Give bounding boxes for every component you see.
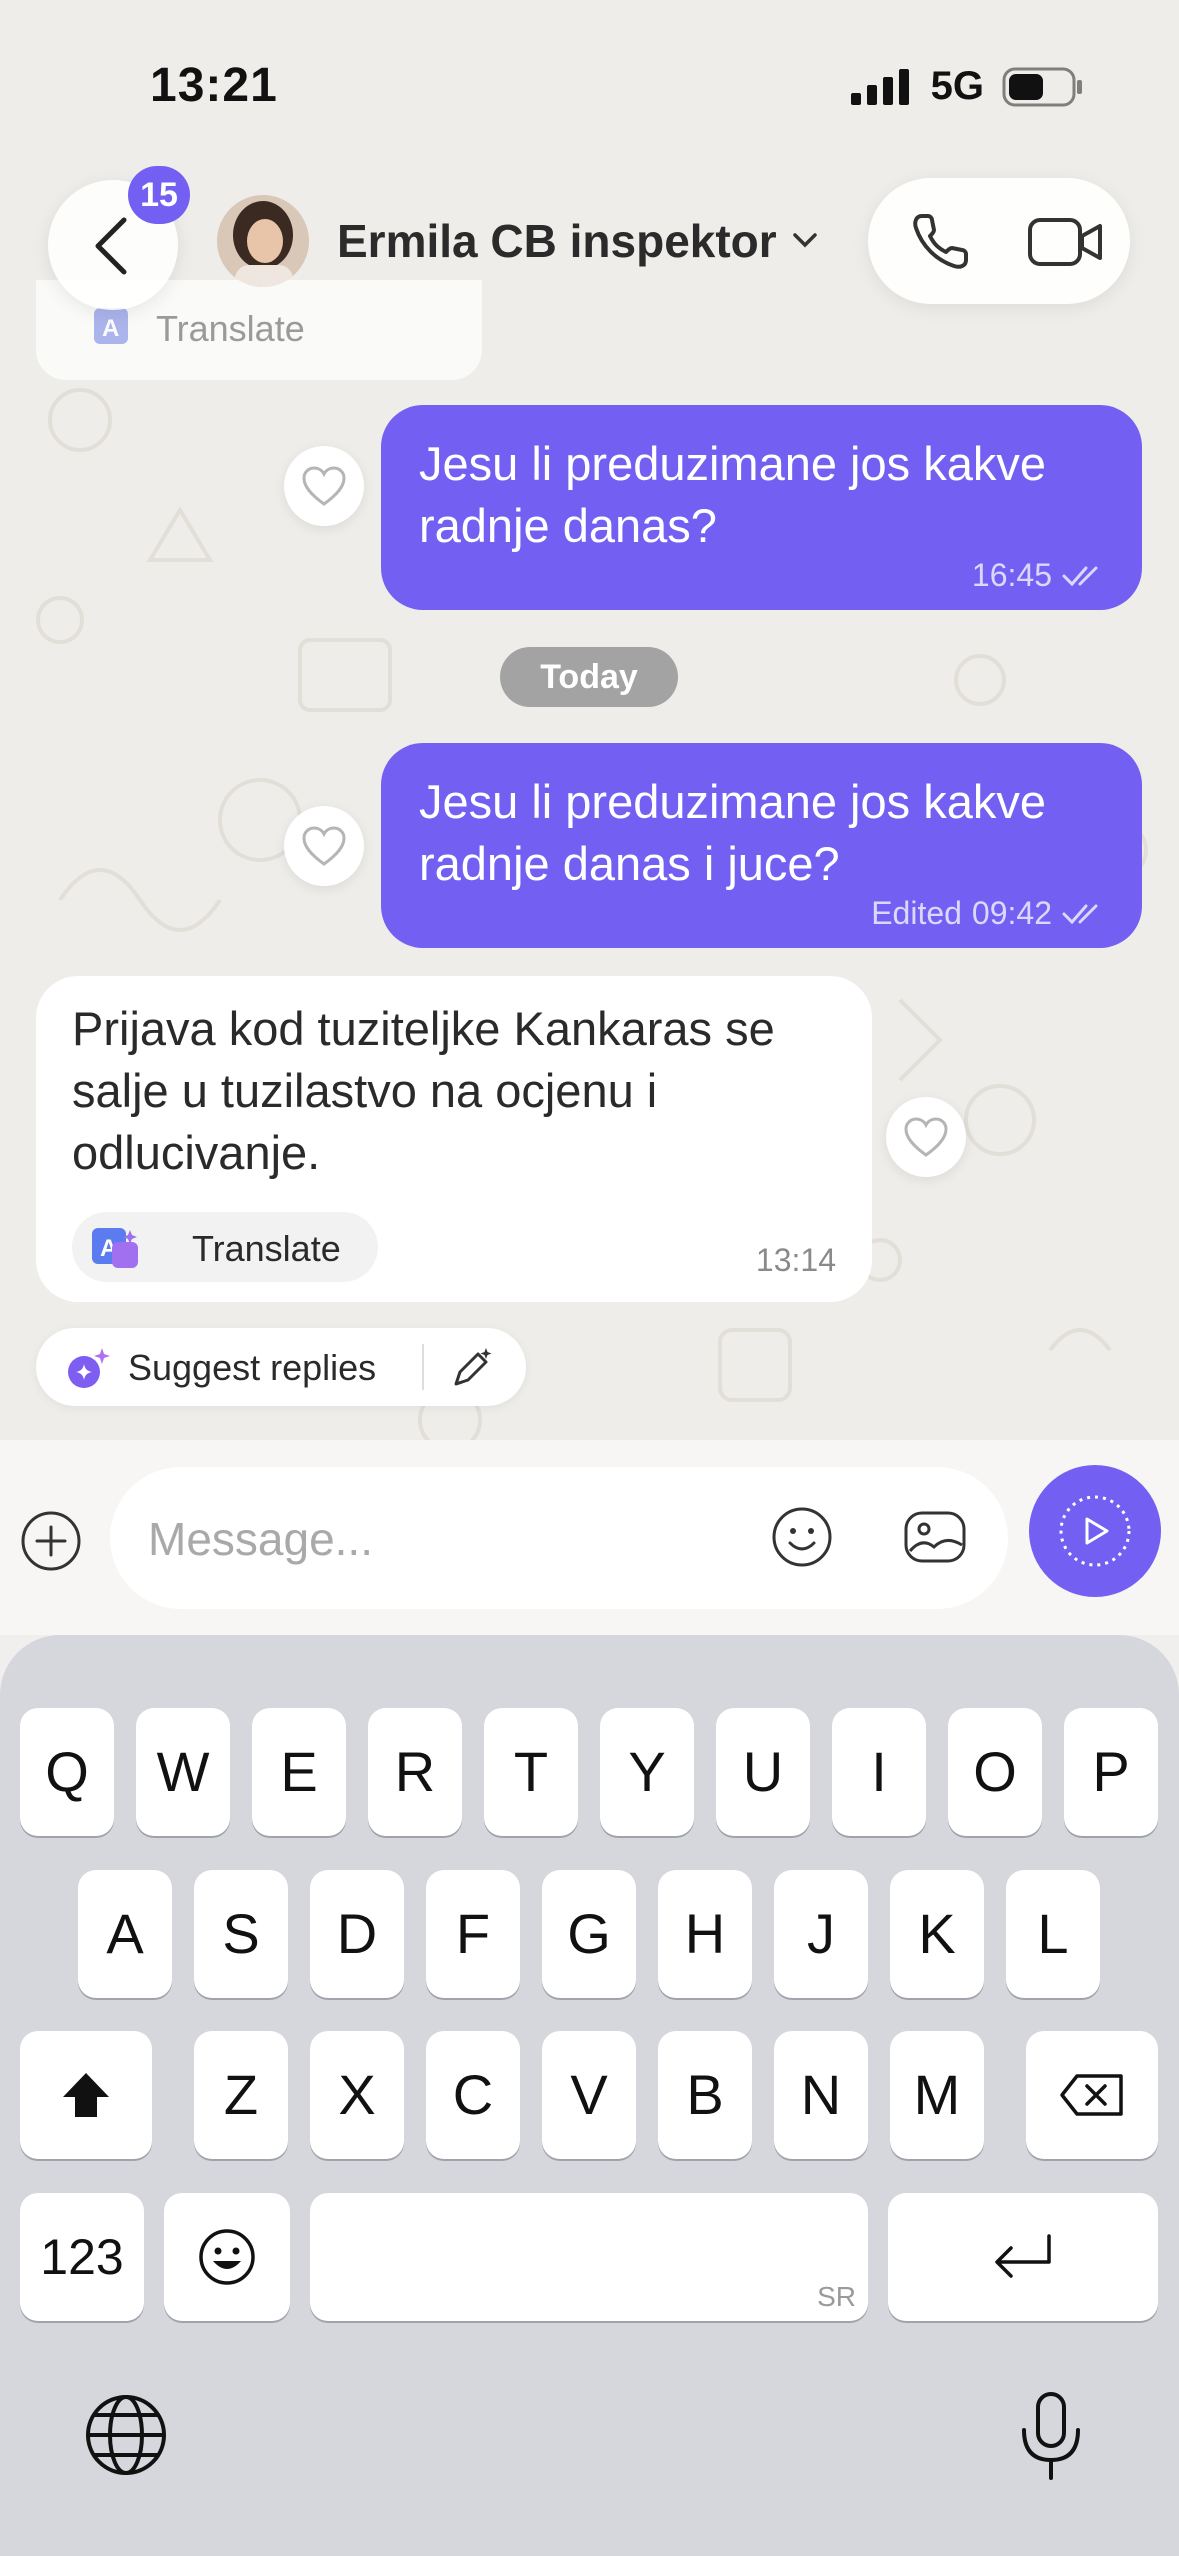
key-t[interactable]: T xyxy=(484,1708,578,1836)
status-indicators: 5G xyxy=(850,64,1084,109)
key-p[interactable]: P xyxy=(1064,1708,1158,1836)
date-separator: Today xyxy=(500,647,678,707)
chevron-down-icon[interactable] xyxy=(792,232,818,250)
key-l[interactable]: L xyxy=(1006,1870,1100,1998)
backspace-icon xyxy=(1060,2074,1123,2116)
status-time: 13:21 xyxy=(150,59,278,112)
contact-avatar[interactable] xyxy=(217,195,309,287)
message-time: 13:14 xyxy=(755,1242,836,1278)
message-input[interactable] xyxy=(146,1503,750,1575)
key-b[interactable]: B xyxy=(658,2031,752,2159)
contact-name[interactable]: Ermila CB inspektor xyxy=(337,214,777,268)
outgoing-message[interactable]: Jesu li preduzimane jos kakve radnje dan… xyxy=(381,405,1142,610)
key-u[interactable]: U xyxy=(716,1708,810,1836)
like-button[interactable] xyxy=(886,1097,966,1177)
key-c[interactable]: C xyxy=(426,2031,520,2159)
key-n[interactable]: N xyxy=(774,2031,868,2159)
edited-label: Edited xyxy=(871,895,962,931)
key-w[interactable]: W xyxy=(136,1708,230,1836)
message-text: Prijava kod tuziteljke Kankaras se salje… xyxy=(72,1002,775,1179)
outgoing-message[interactable]: Jesu li preduzimane jos kakve radnje dan… xyxy=(381,743,1142,948)
video-call-icon[interactable] xyxy=(1026,214,1106,270)
add-attachment-icon[interactable] xyxy=(20,1510,82,1572)
status-bar: 13:21 5G xyxy=(0,0,1179,170)
key-f[interactable]: F xyxy=(426,1870,520,1998)
message-input-container xyxy=(110,1467,1008,1609)
key-h[interactable]: H xyxy=(658,1870,752,1998)
double-check-icon xyxy=(1062,566,1098,586)
network-type: 5G xyxy=(930,64,984,108)
key-a[interactable]: A xyxy=(78,1870,172,1998)
message-meta: 16:45 xyxy=(972,557,1110,594)
emoji-key[interactable] xyxy=(164,2193,290,2321)
gallery-icon[interactable] xyxy=(902,1505,968,1569)
message-meta: Edited 09:42 xyxy=(871,895,1110,932)
backspace-key[interactable] xyxy=(1026,2031,1158,2159)
previous-translate-label: Translate xyxy=(156,308,305,349)
divider xyxy=(422,1344,424,1390)
emoji-icon[interactable] xyxy=(770,1505,834,1569)
suggest-replies-label: Suggest replies xyxy=(128,1347,377,1388)
message-time: 16:45 xyxy=(971,557,1052,593)
key-q[interactable]: Q xyxy=(20,1708,114,1836)
voice-video-send-button[interactable] xyxy=(1029,1465,1161,1597)
key-v[interactable]: V xyxy=(542,2031,636,2159)
key-r[interactable]: R xyxy=(368,1708,462,1836)
avatar-photo xyxy=(217,195,309,287)
return-icon xyxy=(995,2234,1051,2278)
key-k[interactable]: K xyxy=(890,1870,984,1998)
message-text: Jesu li preduzimane jos kakve radnje dan… xyxy=(419,775,1046,890)
key-m[interactable]: M xyxy=(890,2031,984,2159)
key-i[interactable]: I xyxy=(832,1708,926,1836)
heart-icon xyxy=(904,1117,948,1157)
message-text: Jesu li preduzimane jos kakve radnje dan… xyxy=(419,437,1046,552)
chevron-left-icon xyxy=(95,217,127,275)
return-key[interactable] xyxy=(888,2193,1158,2321)
like-button[interactable] xyxy=(284,806,364,886)
key-x[interactable]: X xyxy=(310,2031,404,2159)
translate-icon: A xyxy=(92,1228,138,1268)
key-j[interactable]: J xyxy=(774,1870,868,1998)
signal-icon xyxy=(850,68,909,105)
battery-icon xyxy=(1002,67,1082,106)
key-z[interactable]: Z xyxy=(194,2031,288,2159)
microphone-icon[interactable] xyxy=(1016,2390,1086,2482)
unread-badge: 15 xyxy=(128,166,190,224)
heart-icon xyxy=(302,826,346,866)
phone-icon[interactable] xyxy=(908,210,972,274)
translate-label: Translate xyxy=(192,1228,341,1269)
shift-arrow-icon xyxy=(63,2073,109,2117)
globe-icon[interactable] xyxy=(84,2393,168,2477)
ai-sparkle-icon xyxy=(68,1348,110,1388)
key-g[interactable]: G xyxy=(542,1870,636,1998)
key-s[interactable]: S xyxy=(194,1870,288,1998)
like-button[interactable] xyxy=(284,446,364,526)
key-d[interactable]: D xyxy=(310,1870,404,1998)
numbers-key[interactable]: 123 xyxy=(20,2193,144,2321)
composer-bar xyxy=(0,1440,1179,1635)
key-e[interactable]: E xyxy=(252,1708,346,1836)
record-play-icon xyxy=(1059,1495,1131,1567)
double-check-icon xyxy=(1062,904,1098,924)
suggest-replies-button[interactable]: Suggest replies xyxy=(36,1328,526,1406)
key-y[interactable]: Y xyxy=(600,1708,694,1836)
key-o[interactable]: O xyxy=(948,1708,1042,1836)
svg-text:A: A xyxy=(102,315,119,342)
pen-sparkle-icon[interactable] xyxy=(448,1346,492,1390)
translate-icon: A xyxy=(94,308,128,344)
keyboard-language: SR xyxy=(817,2281,856,2312)
translate-button[interactable]: A Translate xyxy=(72,1212,378,1282)
shift-key[interactable] xyxy=(20,2031,152,2159)
emoji-icon xyxy=(199,2229,255,2285)
incoming-message[interactable]: Prijava kod tuziteljke Kankaras se salje… xyxy=(36,976,872,1302)
message-time: 09:42 xyxy=(971,895,1052,931)
space-key[interactable]: SR xyxy=(310,2193,868,2321)
call-actions xyxy=(868,178,1130,304)
heart-icon xyxy=(302,466,346,506)
